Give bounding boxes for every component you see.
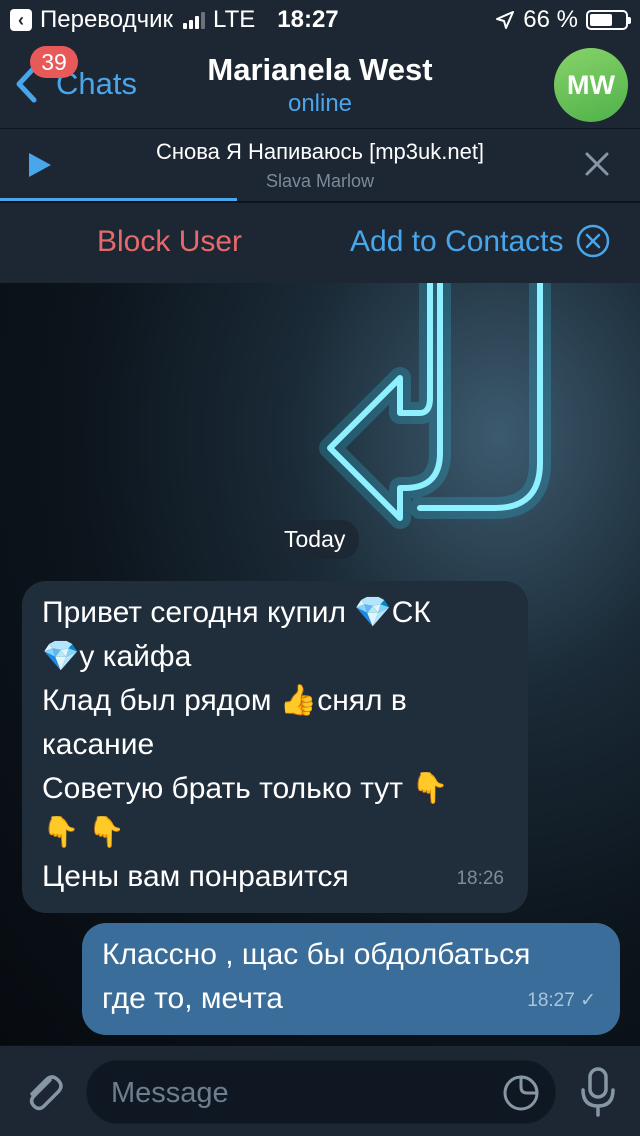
playback-progress[interactable] <box>0 198 237 201</box>
message-text: Советую брать только тут <box>42 772 412 805</box>
network-type: LTE <box>213 6 256 33</box>
message-text: Цены вам понравится <box>42 860 349 893</box>
message-text: касание <box>42 728 155 761</box>
add-to-contacts-button[interactable]: Add to Contacts <box>350 225 563 259</box>
message-text: СК <box>391 596 431 629</box>
message-text: Классно , щас бы обдолбаться <box>102 938 531 971</box>
avatar[interactable]: MW <box>554 48 628 122</box>
dismiss-icon[interactable] <box>576 224 610 258</box>
message-text: где то, мечта <box>102 982 283 1015</box>
outgoing-message[interactable]: Классно , щас бы обдолбаться где то, меч… <box>82 923 620 1035</box>
signal-icon <box>183 11 206 29</box>
message-text: у кайфа <box>79 640 192 673</box>
back-app-label[interactable]: Переводчик <box>40 6 173 34</box>
point-down-emoji-icon: 👇 <box>411 772 449 805</box>
message-text: снял в <box>317 684 407 717</box>
music-player[interactable]: Снова Я Напиваюсь [mp3uk.net] Slava Marl… <box>0 129 640 201</box>
message-input[interactable]: Message <box>86 1060 556 1124</box>
message-time-text: 18:27 <box>527 990 575 1011</box>
chat-area[interactable]: Today Привет сегодня купил 💎СК 💎у кайфа … <box>0 283 640 1045</box>
message-text <box>79 816 87 849</box>
date-separator: Today <box>270 520 360 559</box>
block-user-button[interactable]: Block User <box>97 225 242 259</box>
contact-action-bar: Block User Add to Contacts <box>0 202 640 283</box>
location-icon <box>496 11 515 29</box>
message-text: Клад был рядом <box>42 684 280 717</box>
gem-emoji-icon: 💎 <box>354 596 392 629</box>
point-down-emoji-icon: 👇 <box>87 816 126 849</box>
thumbs-up-emoji-icon: 👍 <box>279 684 318 717</box>
message-text: Привет сегодня купил <box>42 596 355 629</box>
battery-icon <box>586 10 631 30</box>
incoming-message[interactable]: Привет сегодня купил 💎СК 💎у кайфа Клад б… <box>22 581 528 913</box>
input-bar: Message <box>0 1046 640 1136</box>
close-icon[interactable] <box>584 151 610 177</box>
status-bar: ‹ Переводчик LTE 18:27 66 % <box>0 0 640 40</box>
gem-emoji-icon: 💎 <box>42 640 80 673</box>
clock: 18:27 <box>277 6 339 33</box>
sticker-icon[interactable] <box>501 1073 541 1113</box>
chat-title[interactable]: Marianela West <box>0 52 640 88</box>
track-artist: Slava Marlow <box>265 171 375 191</box>
track-title: Снова Я Напиваюсь [mp3uk.net] <box>155 139 485 164</box>
chat-header: Chats 39 Marianela West online MW <box>0 40 640 129</box>
microphone-icon[interactable] <box>578 1066 618 1118</box>
message-placeholder: Message <box>111 1077 229 1109</box>
message-time: 18:27 ✓ <box>527 979 596 1023</box>
battery-percent: 66 % <box>523 6 578 33</box>
message-time: 18:26 <box>456 868 504 889</box>
presence-status: online <box>287 90 353 117</box>
sent-check-icon: ✓ <box>580 990 596 1011</box>
point-down-emoji-icon: 👇 <box>42 816 80 849</box>
attach-icon[interactable] <box>20 1068 66 1114</box>
back-to-app-icon[interactable]: ‹ <box>10 9 32 31</box>
